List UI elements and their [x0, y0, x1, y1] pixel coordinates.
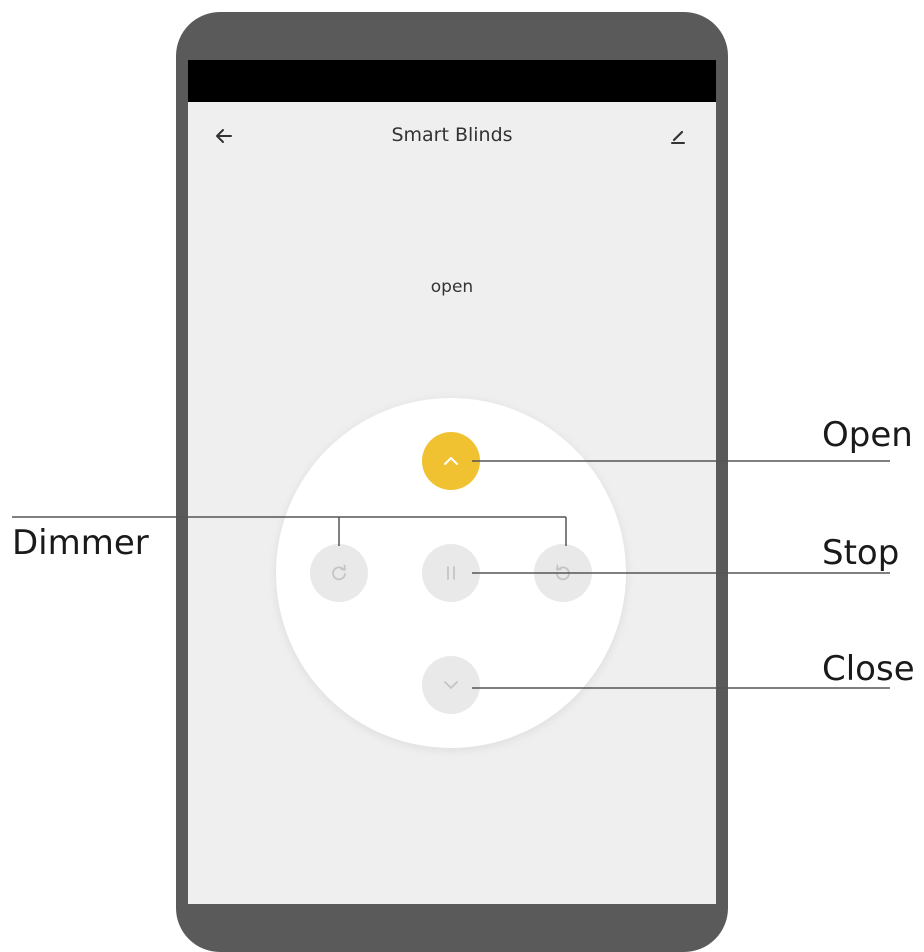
app-screen: Smart Blinds open [188, 102, 716, 904]
dimmer-right-button[interactable] [534, 544, 592, 602]
chevron-up-icon [444, 457, 458, 465]
close-button[interactable] [422, 656, 480, 714]
dimmer-callout-label: Dimmer [12, 523, 149, 563]
dimmer-left-button[interactable] [310, 544, 368, 602]
rotate-counterclockwise-icon [556, 564, 570, 581]
top-bar: Smart Blinds [188, 102, 716, 172]
status-bar [188, 60, 716, 102]
pencil-icon [671, 130, 685, 144]
pause-icon [447, 566, 455, 580]
stop-callout-label: Stop [822, 533, 900, 573]
close-callout-label: Close [822, 649, 915, 689]
open-button[interactable] [422, 432, 480, 490]
blind-state-text: open [430, 277, 474, 297]
rotate-clockwise-icon [332, 564, 346, 581]
edit-button[interactable] [664, 122, 692, 150]
open-callout-label: Open [822, 415, 913, 455]
page-title: Smart Blinds [391, 124, 513, 146]
chevron-down-icon [444, 681, 458, 689]
stop-button[interactable] [422, 544, 480, 602]
